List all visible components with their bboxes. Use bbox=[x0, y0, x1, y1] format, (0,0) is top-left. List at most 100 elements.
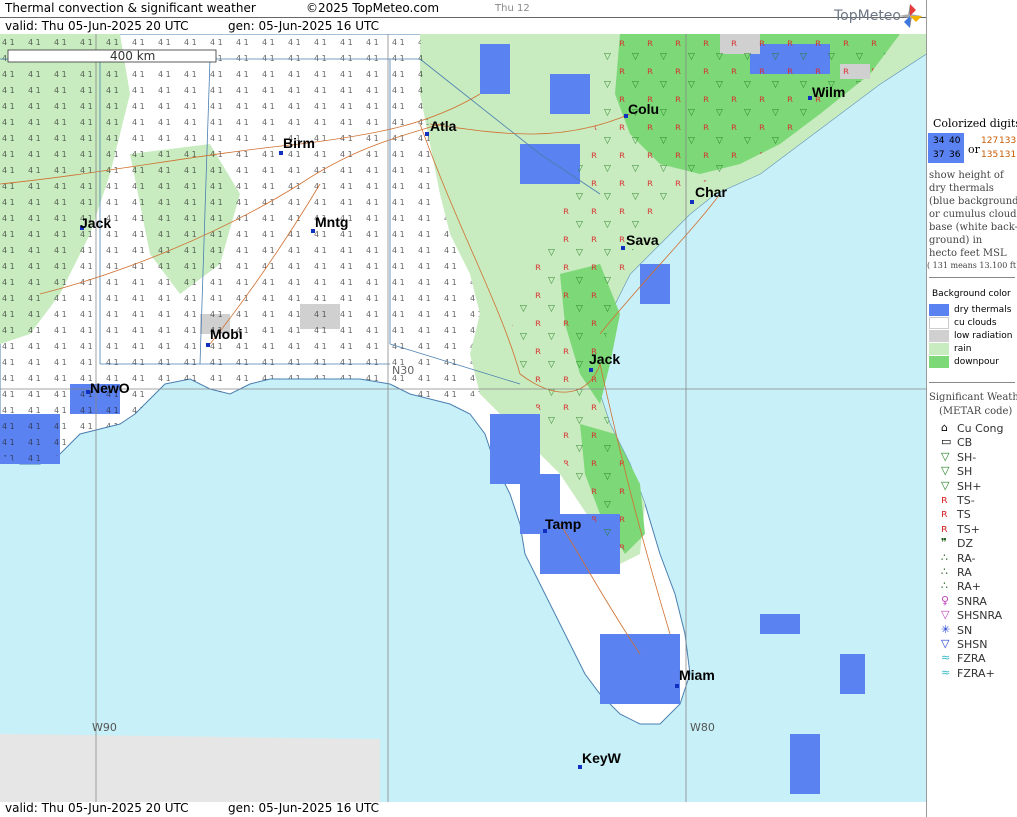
map-legend: Colorized digits 34 40 37 36 or 127 133 … bbox=[926, 0, 1017, 817]
sig-weather-symbol-icon: ❞ bbox=[941, 536, 947, 550]
footer-generated-time: gen: 05-Jun-2025 16 UTC bbox=[228, 801, 380, 815]
sig-weather-label: SH bbox=[957, 465, 973, 479]
sig-weather-item: ▭ CB bbox=[927, 435, 1017, 449]
sig-weather-item: ✳ SN bbox=[927, 623, 1017, 637]
city-colu: Colu bbox=[628, 101, 659, 117]
footer-valid-time: valid: Thu 05-Jun-2025 20 UTC bbox=[5, 801, 189, 815]
map-title: Thermal convection & significant weather bbox=[5, 1, 256, 15]
sig-weather-symbol-icon: ∴ bbox=[941, 565, 948, 578]
sig-weather-label: SH+ bbox=[957, 479, 982, 493]
sig-weather-title: Significant Weather bbox=[929, 392, 1017, 403]
day-label: Thu 12 bbox=[495, 3, 530, 14]
sig-weather-symbol-icon: ≈ bbox=[941, 651, 951, 665]
sig-weather-symbol-icon: ∴ bbox=[941, 550, 948, 564]
city-char: Char bbox=[695, 184, 727, 200]
sig-weather-item: ❞ DZ bbox=[927, 536, 1017, 550]
meridian-label-w80: W80 bbox=[690, 721, 715, 734]
sig-weather-item: ∴ RA- bbox=[927, 551, 1017, 565]
blue-digit-sample: 34 40 37 36 bbox=[928, 133, 964, 163]
topmeteo-logo: TopMeteo bbox=[834, 8, 901, 24]
desc-line-5: base (white back- bbox=[929, 222, 1017, 233]
sig-weather-label: SHSNRA bbox=[957, 609, 1003, 623]
sig-weather-label: SN bbox=[957, 623, 973, 637]
city-jack-ms: Jack bbox=[80, 215, 111, 231]
sig-weather-item: ʀ TS- bbox=[927, 493, 1017, 507]
footer-bar: valid: Thu 05-Jun-2025 20 UTC gen: 05-Ju… bbox=[0, 801, 926, 817]
sig-weather-label: RA+ bbox=[957, 580, 981, 594]
copyright: ©2025 TopMeteo.com bbox=[306, 1, 440, 15]
desc-line-2: dry thermals bbox=[929, 183, 994, 194]
sig-weather-item: ≈ FZRA bbox=[927, 651, 1017, 665]
sig-weather-label: SNRA bbox=[957, 594, 987, 608]
sig-weather-item: ♀ SNRA bbox=[927, 594, 1017, 608]
city-sava: Sava bbox=[626, 232, 659, 248]
sig-weather-item: ▽ SH+ bbox=[927, 479, 1017, 493]
city-mobi: Mobi bbox=[210, 326, 243, 342]
sig-weather-label: TS bbox=[957, 508, 971, 522]
sig-weather-symbol-icon: ✳ bbox=[941, 622, 951, 636]
city-newo: NewO bbox=[90, 380, 130, 396]
sig-weather-subtitle: (METAR code) bbox=[939, 406, 1013, 417]
sig-weather-label: RA- bbox=[957, 551, 976, 565]
sig-weather-label: DZ bbox=[957, 537, 974, 551]
generated-time: gen: 05-Jun-2025 16 UTC bbox=[228, 19, 380, 33]
sig-weather-item: ▽ SHSN bbox=[927, 637, 1017, 651]
sig-weather-symbol-icon: ▭ bbox=[941, 435, 952, 449]
sig-weather-symbol-icon: ▽ bbox=[941, 464, 950, 478]
sig-weather-item: ▽ SHSNRA bbox=[927, 608, 1017, 622]
sig-weather-symbol-icon: ♀ bbox=[941, 593, 950, 607]
header-bar: Thermal convection & significant weather… bbox=[0, 0, 926, 34]
sig-weather-label: FZRA+ bbox=[957, 666, 995, 680]
sig-weather-symbol-icon: ▽ bbox=[941, 449, 950, 463]
orange-digit-sample: 127 133 135 131 bbox=[981, 136, 1017, 160]
sig-weather-item: ▽ SH- bbox=[927, 450, 1017, 464]
sig-weather-label: RA bbox=[957, 566, 972, 579]
weather-map[interactable]: ʀ ▽ 4 1 bbox=[0, 34, 926, 802]
sig-weather-label: SH- bbox=[957, 450, 977, 464]
sig-weather-item: ∴ RA+ bbox=[927, 579, 1017, 593]
sig-weather-item: ʀ TS bbox=[927, 507, 1017, 521]
desc-line-8: ( 131 means 13.100 ft) bbox=[927, 261, 1017, 270]
valid-time: valid: Thu 05-Jun-2025 20 UTC bbox=[5, 19, 189, 33]
meridian-label-w90: W90 bbox=[92, 721, 117, 734]
sig-weather-symbol-icon: ʀ bbox=[941, 493, 948, 506]
sig-weather-label: CB bbox=[957, 436, 973, 450]
city-wilm: Wilm bbox=[812, 84, 845, 100]
map-canvas: ʀ ▽ 4 1 bbox=[0, 34, 926, 802]
sig-weather-label: TS+ bbox=[957, 522, 980, 536]
sig-weather-label: TS- bbox=[957, 494, 975, 507]
sig-weather-item: ∴ RA bbox=[927, 565, 1017, 579]
sig-weather-symbol-icon: ∴ bbox=[941, 579, 948, 593]
sig-weather-item: ⌂ Cu Cong bbox=[927, 421, 1017, 435]
desc-line-4: or cumulus cloud bbox=[929, 209, 1017, 220]
desc-line-3: (blue background) bbox=[929, 196, 1017, 207]
colorized-digits-title: Colorized digits bbox=[933, 117, 1017, 130]
sig-weather-symbol-icon: ▽ bbox=[941, 608, 950, 622]
out-of-domain-area bbox=[0, 734, 380, 802]
sig-weather-symbol-icon: ≈ bbox=[941, 665, 951, 679]
desc-line-7: hecto feet MSL bbox=[929, 248, 1007, 259]
sig-weather-symbol-icon: ▽ bbox=[941, 637, 950, 650]
sig-weather-symbol-icon: ▽ bbox=[941, 478, 950, 492]
city-tamp: Tamp bbox=[545, 516, 581, 532]
city-keyw: KeyW bbox=[582, 750, 622, 766]
sig-weather-label: Cu Cong bbox=[957, 422, 1004, 435]
sig-weather-label: FZRA bbox=[957, 652, 986, 666]
city-miam: Miam bbox=[679, 667, 715, 683]
sig-weather-symbol-icon: ʀ bbox=[941, 521, 948, 535]
bg-color-title: Background color bbox=[932, 289, 1011, 299]
city-mntg: Mntg bbox=[315, 214, 348, 230]
sig-weather-item: ▽ SH bbox=[927, 464, 1017, 478]
city-birm: Birm bbox=[283, 135, 315, 151]
compass-logo-icon bbox=[898, 4, 922, 28]
sig-weather-symbol-icon: ʀ bbox=[941, 507, 948, 521]
sig-weather-label: SHSN bbox=[957, 638, 988, 651]
parallel-label-n30: N30 bbox=[392, 364, 414, 377]
desc-line-6: ground) in bbox=[929, 235, 983, 246]
desc-line-1: show height of bbox=[929, 170, 1004, 181]
city-atla: Atla bbox=[430, 118, 457, 134]
sig-weather-symbol-icon: ⌂ bbox=[941, 421, 948, 434]
city-jack-fl: Jack bbox=[589, 351, 620, 367]
sig-weather-item: ≈ FZRA+ bbox=[927, 666, 1017, 680]
or-label: or bbox=[968, 143, 980, 156]
